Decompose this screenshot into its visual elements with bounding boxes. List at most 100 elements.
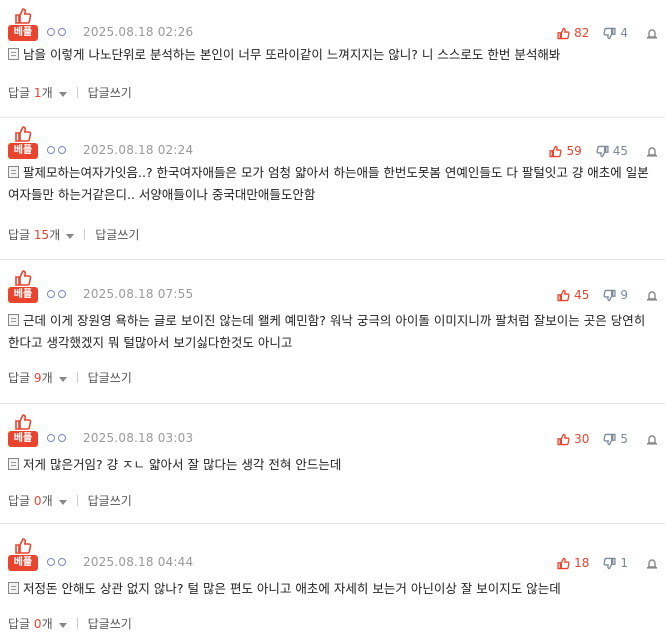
user-masked-icon[interactable] xyxy=(47,434,66,446)
best-reply-badge: 베플 xyxy=(8,270,38,304)
reply-toggle[interactable]: 답글 9개 xyxy=(8,369,67,386)
badge-label: 베플 xyxy=(8,287,38,303)
thumbs-up-icon xyxy=(15,538,32,554)
upvote-button[interactable]: 45 xyxy=(557,288,589,302)
thumbs-up-icon xyxy=(557,557,570,569)
thumbs-down-icon xyxy=(596,145,609,157)
report-icon[interactable] xyxy=(646,557,658,569)
comment-item: 베플 2025.08.18 03:03 30 5 저게 많은거임? 걍 ㅈㄴ 얇… xyxy=(0,404,665,524)
thumbs-down-icon xyxy=(603,557,616,569)
reply-count: 1 xyxy=(33,85,42,100)
comment-text: 팔제모하는여자가잇음..? 한국여자애들은 모가 엄청 얇아서 하는애들 한번도… xyxy=(8,165,649,202)
write-reply-link[interactable]: 답글쓰기 xyxy=(88,492,132,509)
comment-body: 저게 많은거임? 걍 ㅈㄴ 얇아서 잘 많다는 생각 전혀 안드는데 xyxy=(8,454,658,476)
reply-count: 15 xyxy=(33,227,50,242)
comment-body: 남을 이렇게 나노단위로 분석하는 본인이 너무 또라이같이 느껴지지는 않니?… xyxy=(8,44,658,66)
thumbs-up-icon xyxy=(15,414,32,430)
document-icon xyxy=(8,582,19,594)
badge-label: 베플 xyxy=(8,431,38,447)
reply-toggle[interactable]: 답글 0개 xyxy=(8,615,67,632)
downvote-count: 1 xyxy=(620,556,628,570)
comment-text: 근데 이게 장원영 욕하는 글로 보이진 않는데 왤케 예민함? 워낙 궁극의 … xyxy=(8,313,646,350)
caret-down-icon xyxy=(58,622,67,628)
comment-body: 저정돈 안해도 상관 없지 않나? 털 많은 편도 아니고 애초에 자세히 보는… xyxy=(8,578,658,600)
comment-list: 베플 2025.08.18 02:26 82 4 남을 이렇게 나노단위로 분석… xyxy=(0,0,665,640)
best-reply-badge: 베플 xyxy=(8,538,38,572)
upvote-button[interactable]: 30 xyxy=(557,432,589,446)
report-icon[interactable] xyxy=(646,289,658,301)
caret-down-icon xyxy=(58,499,67,505)
downvote-count: 4 xyxy=(620,26,628,40)
downvote-button[interactable]: 5 xyxy=(603,432,628,446)
thumbs-up-icon xyxy=(15,270,32,286)
thumbs-up-icon xyxy=(557,433,570,445)
comment-date: 2025.08.18 03:03 xyxy=(83,431,194,445)
downvote-button[interactable]: 1 xyxy=(603,556,628,570)
comment-body: 근데 이게 장원영 욕하는 글로 보이진 않는데 왤케 예민함? 워낙 궁극의 … xyxy=(8,310,658,354)
comment-item: 베플 2025.08.18 02:24 59 45 팔제모하는여자가잇음..? … xyxy=(0,118,665,260)
thumbs-up-icon xyxy=(15,126,32,142)
reply-toggle[interactable]: 답글 0개 xyxy=(8,492,67,509)
thumbs-up-icon xyxy=(557,289,570,301)
badge-label: 베플 xyxy=(8,555,38,571)
downvote-button[interactable]: 45 xyxy=(596,144,628,158)
badge-label: 베플 xyxy=(8,143,38,159)
divider xyxy=(76,617,78,629)
document-icon xyxy=(8,458,19,470)
upvote-button[interactable]: 59 xyxy=(549,144,582,158)
upvote-count: 82 xyxy=(574,26,590,40)
comment-text: 남을 이렇게 나노단위로 분석하는 본인이 너무 또라이같이 느껴지지는 않니?… xyxy=(23,47,561,62)
comment-date: 2025.08.18 07:55 xyxy=(83,287,194,301)
upvote-button[interactable]: 82 xyxy=(557,26,589,40)
reply-count: 9 xyxy=(33,370,42,385)
divider xyxy=(76,86,78,98)
comment-body: 팔제모하는여자가잇음..? 한국여자애들은 모가 엄청 얇아서 하는애들 한번도… xyxy=(8,162,658,206)
best-reply-badge: 베플 xyxy=(8,414,38,448)
upvote-count: 30 xyxy=(574,432,590,446)
upvote-count: 45 xyxy=(574,288,590,302)
reply-toggle[interactable]: 답글 15개 xyxy=(8,226,75,243)
comment-item: 베플 2025.08.18 07:55 45 9 근데 이게 장원영 욕하는 글… xyxy=(0,260,665,404)
best-reply-badge: 베플 xyxy=(8,126,38,160)
thumbs-down-icon xyxy=(603,27,616,39)
report-icon[interactable] xyxy=(646,145,658,157)
caret-down-icon xyxy=(58,91,67,97)
report-icon[interactable] xyxy=(646,433,658,445)
reply-count: 0 xyxy=(33,616,42,631)
comment-date: 2025.08.18 02:26 xyxy=(83,25,194,39)
write-reply-link[interactable]: 답글쓰기 xyxy=(95,226,139,243)
document-icon xyxy=(8,166,19,178)
comment-item: 베플 2025.08.18 04:44 18 1 저정돈 안해도 상관 없지 않… xyxy=(0,524,665,640)
comment-date: 2025.08.18 04:44 xyxy=(83,555,194,569)
report-icon[interactable] xyxy=(646,27,658,39)
caret-down-icon xyxy=(66,233,75,239)
thumbs-up-icon xyxy=(549,145,563,157)
downvote-button[interactable]: 9 xyxy=(603,288,628,302)
reply-toggle[interactable]: 답글 1개 xyxy=(8,84,67,101)
downvote-button[interactable]: 4 xyxy=(603,26,628,40)
reply-count: 0 xyxy=(33,493,42,508)
divider xyxy=(84,228,86,240)
caret-down-icon xyxy=(58,376,67,382)
upvote-count: 18 xyxy=(574,556,590,570)
user-masked-icon[interactable] xyxy=(47,28,66,40)
document-icon xyxy=(8,314,19,326)
write-reply-link[interactable]: 답글쓰기 xyxy=(88,615,132,632)
divider xyxy=(76,494,78,506)
write-reply-link[interactable]: 답글쓰기 xyxy=(88,84,132,101)
user-masked-icon[interactable] xyxy=(47,146,66,158)
best-reply-badge: 베플 xyxy=(8,8,38,42)
document-icon xyxy=(8,48,19,60)
upvote-button[interactable]: 18 xyxy=(557,556,589,570)
downvote-count: 5 xyxy=(620,432,628,446)
divider xyxy=(76,371,78,383)
user-masked-icon[interactable] xyxy=(47,290,66,302)
thumbs-up-icon xyxy=(557,27,570,39)
thumbs-down-icon xyxy=(603,289,616,301)
write-reply-link[interactable]: 답글쓰기 xyxy=(88,369,132,386)
user-masked-icon[interactable] xyxy=(47,558,66,570)
comment-text: 저게 많은거임? 걍 ㅈㄴ 얇아서 잘 많다는 생각 전혀 안드는데 xyxy=(23,457,342,472)
badge-label: 베플 xyxy=(8,25,38,41)
thumbs-down-icon xyxy=(603,433,616,445)
thumbs-up-icon xyxy=(15,8,32,24)
